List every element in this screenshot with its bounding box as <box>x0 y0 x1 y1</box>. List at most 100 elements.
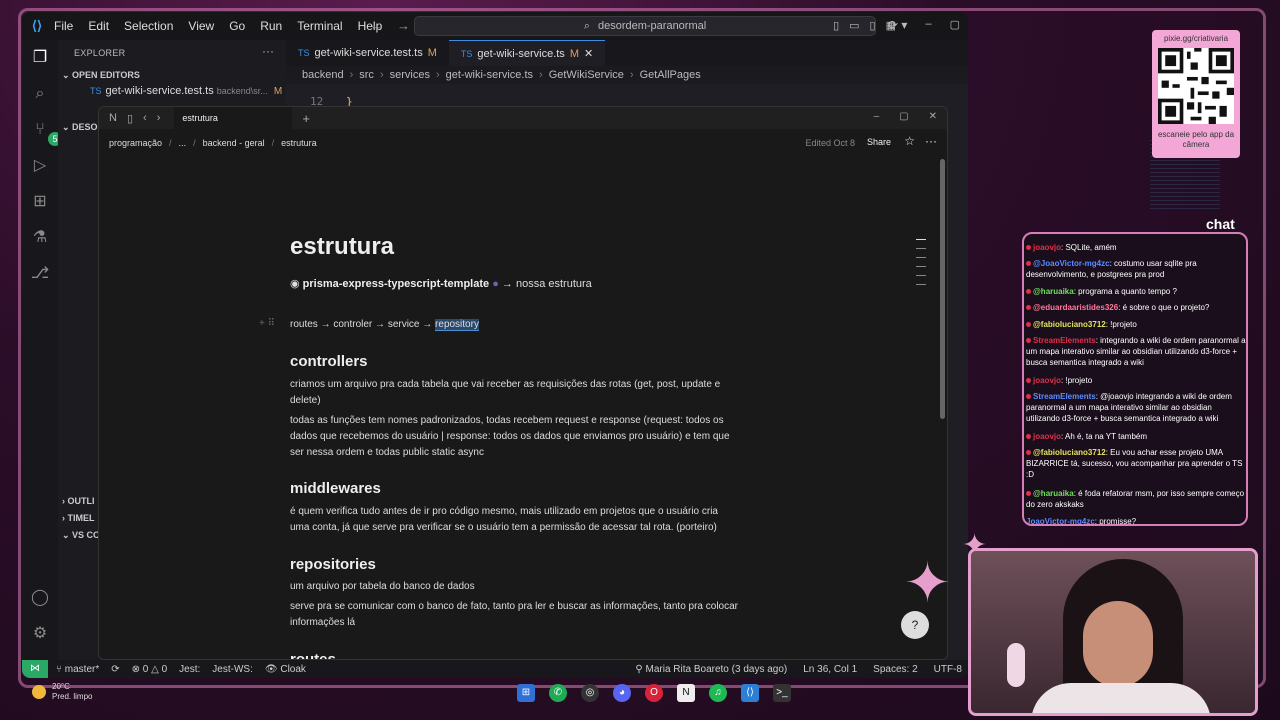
breadcrumb-item[interactable]: get-wiki-service.ts <box>446 69 533 81</box>
search-icon[interactable]: ⌕ <box>30 84 50 104</box>
notion-window-controls: – ▢ ✕ <box>874 111 937 122</box>
forward-arrow-icon[interactable]: → <box>397 18 410 33</box>
menu-view[interactable]: View <box>188 19 214 33</box>
windows-taskbar: 20°C Pred. limpo ⊞ ✆ ◎ ◕ O N ♫ ⟨⟩ >_ <box>22 680 968 710</box>
editor-tabs: TS get-wiki-service.test.ts M TS get-wik… <box>286 40 968 66</box>
maximize-icon[interactable]: ▢ <box>950 18 960 31</box>
breadcrumb-item[interactable]: GetAllPages <box>640 69 701 81</box>
lamp-object <box>1007 643 1025 687</box>
share-button[interactable]: Share <box>867 137 891 147</box>
favorite-star-icon[interactable]: ☆ <box>904 134 915 148</box>
cloak-status[interactable]: 👁 Cloak <box>265 664 306 675</box>
jest-ws-status[interactable]: Jest-WS: <box>212 664 253 675</box>
minimize-icon[interactable]: – <box>874 111 880 122</box>
typescript-file-icon: TS <box>90 86 102 96</box>
problems-status[interactable]: ⊗ 0 △ 0 <box>132 664 168 675</box>
encoding-status[interactable]: UTF-8 <box>934 664 962 675</box>
chat-message: @haruaika: programa a quanto tempo ? <box>1026 286 1246 297</box>
settings-gear-icon[interactable]: ⚙ <box>30 624 50 644</box>
table-of-contents-indicator[interactable] <box>916 239 926 293</box>
git-graph-icon[interactable]: ⎇ <box>30 264 50 284</box>
account-icon[interactable]: ◯ <box>30 588 50 608</box>
new-tab-icon[interactable]: + <box>302 111 310 126</box>
menu-file[interactable]: File <box>54 19 73 33</box>
close-tab-icon[interactable]: ✕ <box>584 47 593 60</box>
breadcrumb-item[interactable]: GetWikiService <box>549 69 624 81</box>
notion-tab[interactable]: estrutura <box>174 107 293 129</box>
breadcrumb-item[interactable]: src <box>359 69 374 81</box>
breadcrumb-item[interactable]: services <box>390 69 430 81</box>
block-drag-handle-icon[interactable]: + ⠿ <box>259 318 275 329</box>
extensions-icon[interactable]: ⊞ <box>30 192 50 212</box>
jest-status[interactable]: Jest: <box>179 664 200 675</box>
run-debug-icon[interactable]: ▷ <box>30 156 50 176</box>
chat-title: chat <box>1206 216 1235 232</box>
menu-selection[interactable]: Selection <box>124 19 173 33</box>
breadcrumb-item[interactable]: backend <box>302 69 344 81</box>
obs-icon[interactable]: ◎ <box>581 684 599 702</box>
back-arrow-icon[interactable]: ‹ <box>143 112 147 124</box>
maximize-icon[interactable]: ▢ <box>899 111 908 122</box>
chat-message: JoaoVictor-mg4zc: promisse? <box>1026 517 1137 526</box>
menu-run[interactable]: Run <box>260 19 282 33</box>
github-icon: ◉ <box>290 278 300 290</box>
toggle-sidebar-icon[interactable]: ▯ <box>833 19 839 32</box>
opera-icon[interactable]: O <box>645 684 663 702</box>
workspace-name: desordem-paranormal <box>597 20 707 32</box>
selected-text: repository <box>435 319 479 331</box>
notion-icon[interactable]: N <box>677 684 695 702</box>
typescript-file-icon: TS <box>298 48 310 58</box>
customize-layout-icon[interactable]: ▦ <box>886 19 896 32</box>
cursor-position[interactable]: Ln 36, Col 1 <box>803 664 857 675</box>
breadcrumb-item[interactable]: programação <box>109 138 162 148</box>
git-blame-status[interactable]: ⚲ Maria Rita Boareto (3 days ago) <box>635 664 787 675</box>
source-control-icon[interactable]: ⑂ 5 <box>30 120 62 146</box>
breadcrumb-item[interactable]: ... <box>179 138 187 148</box>
flow-text[interactable]: routes → controler → service → repositor… <box>290 319 479 331</box>
page-mention[interactable]: ◉ prisma-express-typescript-template ● →… <box>290 277 592 290</box>
windows-start-icon[interactable]: ⊞ <box>517 684 535 702</box>
sync-icon[interactable]: ⟳ <box>111 664 119 675</box>
discord-icon[interactable]: ◕ <box>613 684 631 702</box>
explorer-icon[interactable]: ❐ <box>30 48 50 68</box>
breadcrumb-item[interactable]: estrutura <box>281 138 317 148</box>
vscode-icon[interactable]: ⟨⟩ <box>741 684 759 702</box>
toggle-panel-icon[interactable]: ▭ <box>849 19 859 32</box>
tab-service-file[interactable]: TS get-wiki-service.ts M ✕ <box>448 40 606 66</box>
scrollbar[interactable] <box>940 159 945 419</box>
timeline-section[interactable]: › TIMEL <box>62 513 95 523</box>
weather-widget[interactable]: 20°C Pred. limpo <box>32 682 92 702</box>
outline-section[interactable]: › OUTLI <box>62 496 95 506</box>
close-icon[interactable]: ✕ <box>929 111 937 122</box>
more-actions-icon[interactable]: ··· <box>262 44 274 58</box>
forward-arrow-icon[interactable]: › <box>157 112 161 124</box>
spotify-icon[interactable]: ♫ <box>709 684 727 702</box>
edited-timestamp: Edited Oct 8 <box>805 138 855 148</box>
paragraph: um arquivo por tabela do banco de dados <box>290 581 475 592</box>
command-center-search[interactable]: ⌕ desordem-paranormal <box>414 16 876 36</box>
toggle-secondary-sidebar-icon[interactable]: ▯ <box>870 19 876 32</box>
menu-edit[interactable]: Edit <box>88 19 109 33</box>
chat-message: StreamElements: @joaovjo integrando a wi… <box>1026 392 1232 423</box>
testing-icon[interactable]: ⚗ <box>30 228 50 248</box>
open-editor-item[interactable]: TS get-wiki-service.test.ts backend\sr...… <box>90 85 282 97</box>
whatsapp-icon[interactable]: ✆ <box>549 684 567 702</box>
terminal-icon[interactable]: >_ <box>773 684 791 702</box>
back-arrow-icon[interactable]: ← <box>370 18 383 33</box>
search-icon: ⌕ <box>583 19 590 32</box>
breadcrumb-item[interactable]: backend - geral <box>203 138 265 148</box>
more-options-icon[interactable]: ··· <box>925 134 937 148</box>
activity-bar: ❐ ⌕ ⑂ 5 ▷ ⊞ ⚗ ⎇ ◯ ⚙ <box>22 40 62 660</box>
vscode-section[interactable]: ⌄ VS CO <box>62 530 100 541</box>
paragraph: todas as funções tem nomes padronizados,… <box>290 415 730 458</box>
tab-test-file[interactable]: TS get-wiki-service.test.ts M <box>286 40 449 66</box>
menu-terminal[interactable]: Terminal <box>297 19 342 33</box>
open-editors-section[interactable]: ⌄ OPEN EDITORS <box>62 70 140 81</box>
minimize-icon[interactable]: – <box>925 18 931 31</box>
indentation-status[interactable]: Spaces: 2 <box>873 664 917 675</box>
branch-status[interactable]: ⑂ master* <box>56 664 99 675</box>
qr-code-icon <box>1158 48 1234 124</box>
remote-icon[interactable]: ⋈ <box>22 660 48 678</box>
sidebar-toggle-icon[interactable]: ▯ <box>127 112 133 125</box>
menu-go[interactable]: Go <box>229 19 245 33</box>
